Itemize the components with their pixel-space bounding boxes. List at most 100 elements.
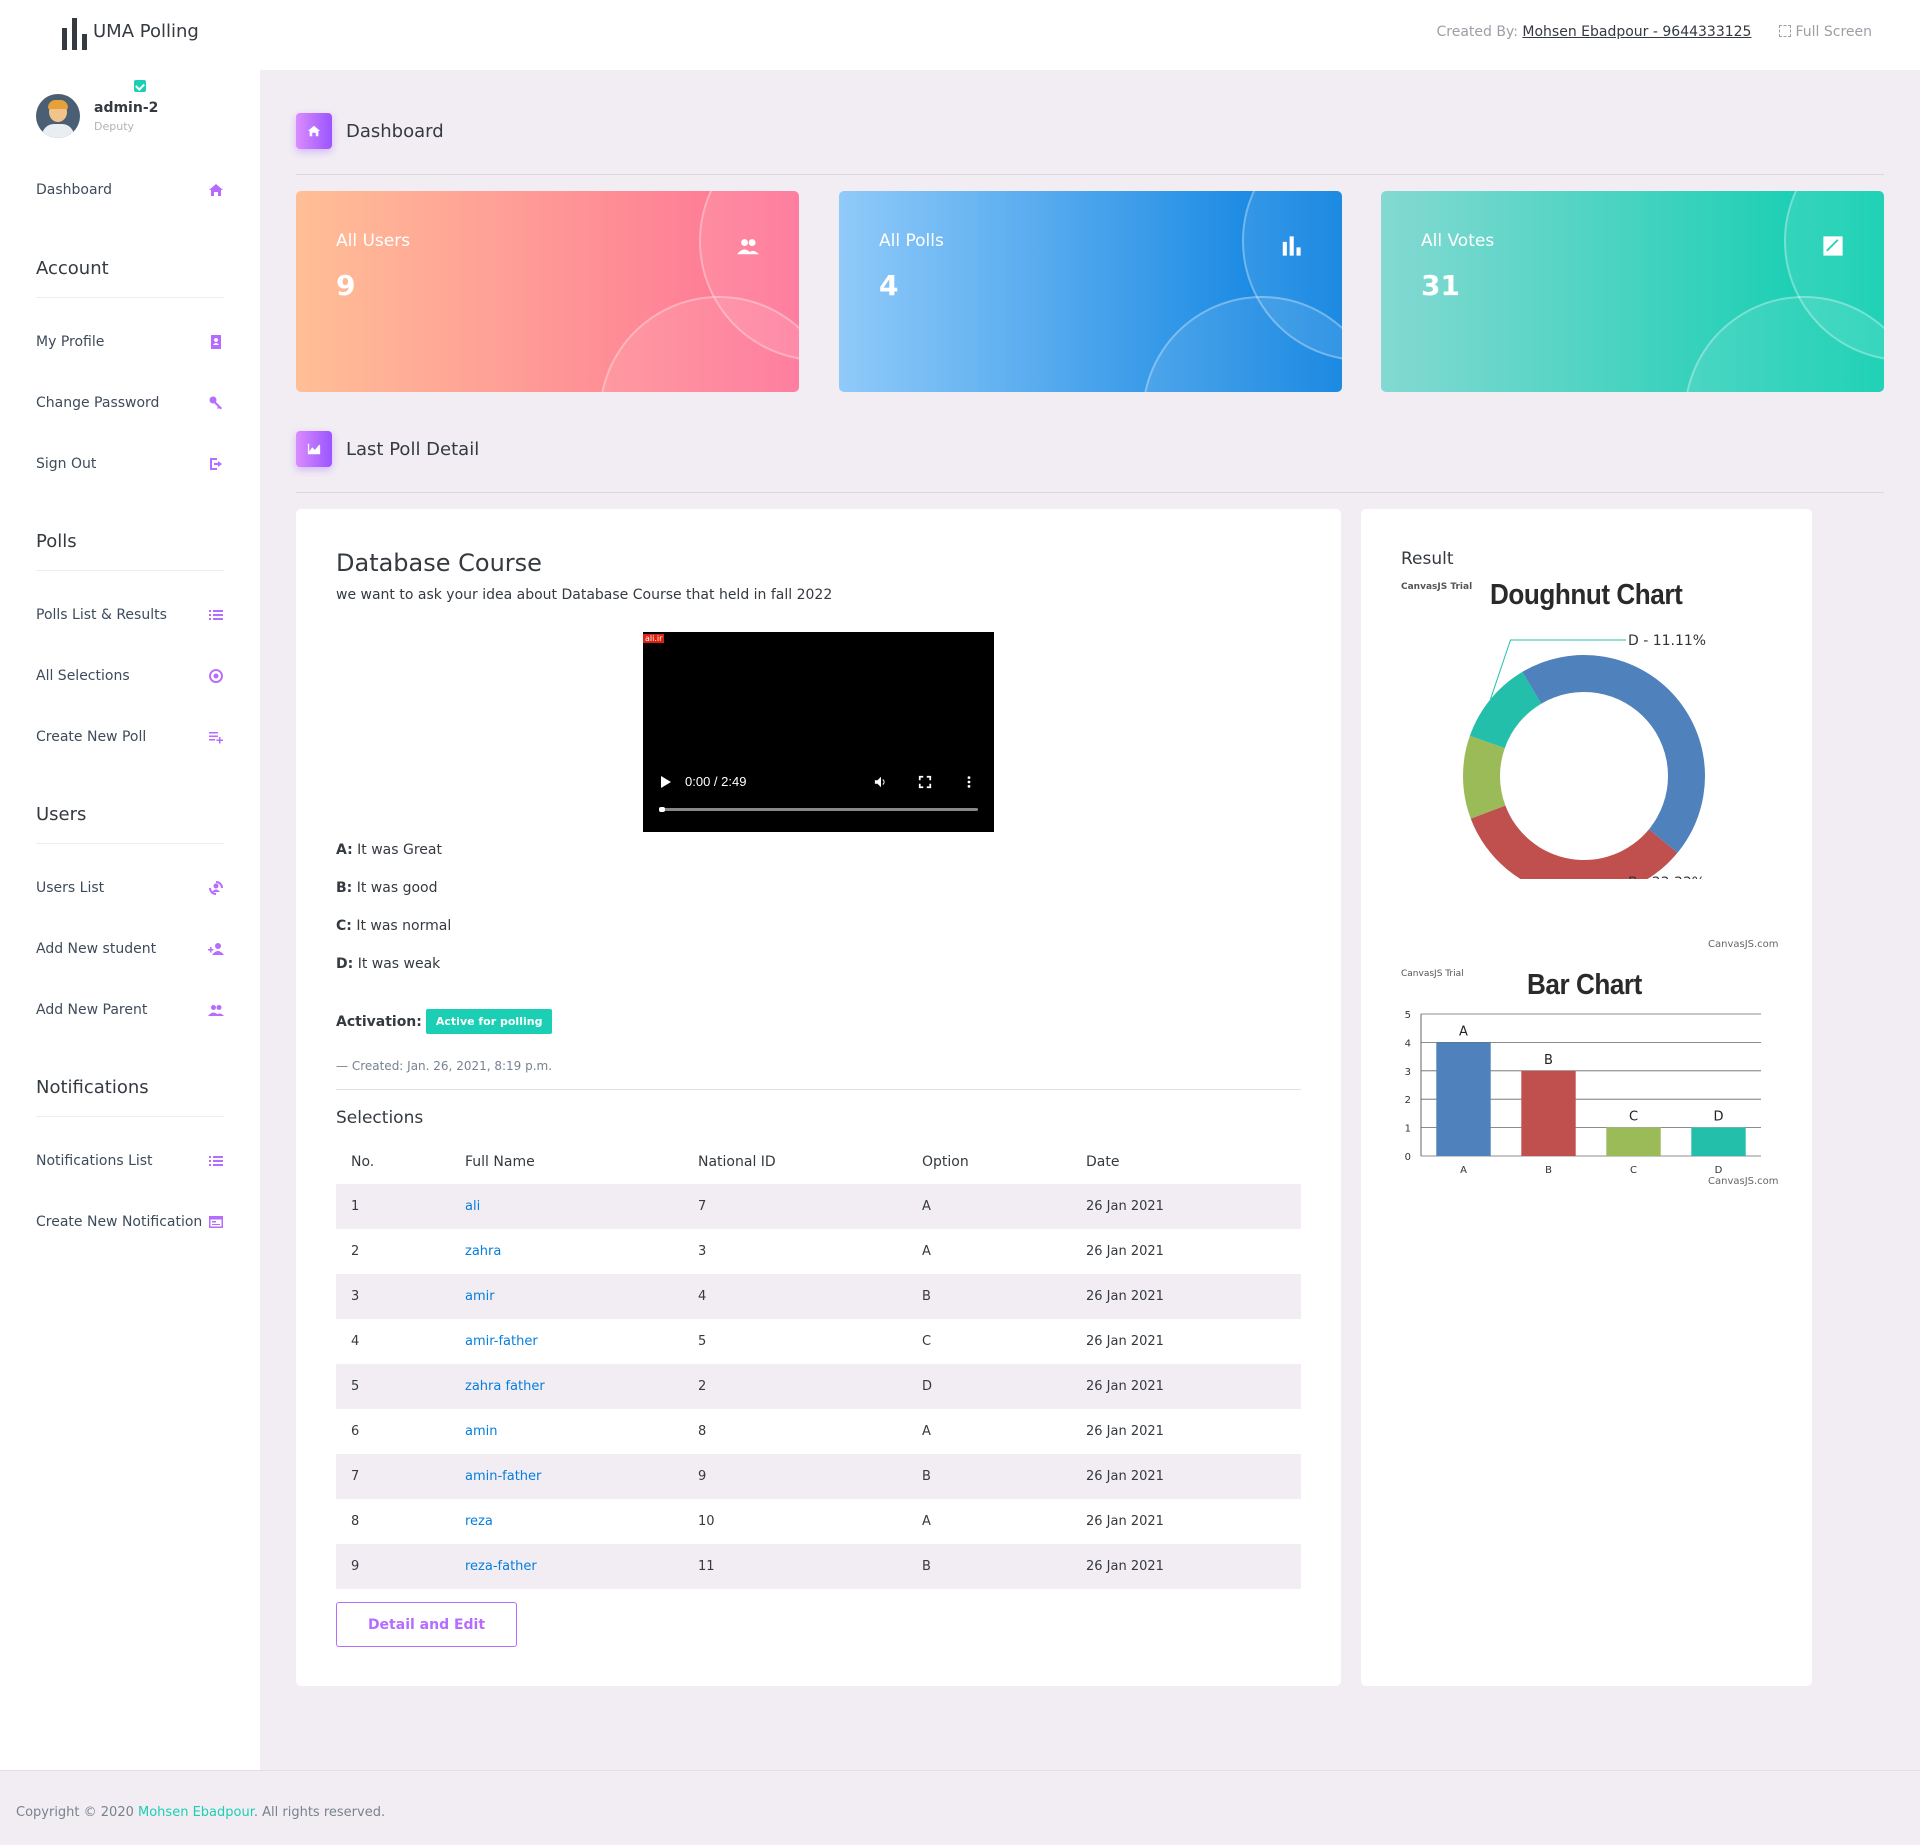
table-row: 2 zahra 3 A 26 Jan 2021 (336, 1229, 1301, 1274)
bar-B (1521, 1070, 1576, 1156)
table-header: No. Full Name National ID Option Date (336, 1139, 1301, 1184)
author-link[interactable]: Mohsen Ebadpour - 9644333125 (1522, 24, 1751, 40)
sidebar-item-dashboard[interactable]: Dashboard (36, 182, 224, 198)
sidebar-item-add-student[interactable]: Add New student (36, 941, 224, 957)
doughnut-label: D - 11.11% (1628, 633, 1706, 649)
list-icon (208, 1153, 224, 1169)
sidebar-profile[interactable]: admin-2 Deputy (36, 79, 159, 138)
sidebar-item-notifications-list[interactable]: Notifications List (36, 1153, 224, 1169)
table-row: 6 amin 8 A 26 Jan 2021 (336, 1409, 1301, 1454)
bar-C (1606, 1127, 1661, 1156)
doughnut-label: B - 33.33% (1628, 875, 1705, 879)
fullscreen-icon (1779, 25, 1792, 37)
chart-credit[interactable]: CanvasJS.com (1708, 1176, 1779, 1187)
sidebar-item-users-list[interactable]: Users List (36, 880, 224, 896)
video-progress-bar[interactable] (659, 807, 978, 812)
sidebar-item-add-parent[interactable]: Add New Parent (36, 1002, 224, 1018)
fullscreen-button[interactable]: Full Screen (1779, 24, 1872, 40)
created-by-label: Created By: (1436, 24, 1518, 40)
fullscreen-label: Full Screen (1795, 24, 1872, 40)
bar-chart-title: Bar Chart (1527, 969, 1642, 1001)
user-link[interactable]: amin-father (465, 1469, 541, 1484)
sidebar-item-sign-out[interactable]: Sign Out (36, 456, 224, 472)
avatar (36, 94, 80, 138)
selections-title: Selections (336, 1108, 424, 1128)
cell-option: B (922, 1289, 931, 1304)
calendar-text-icon (208, 1214, 224, 1230)
activation-label: Activation: (336, 1013, 422, 1030)
stat-value: 9 (336, 269, 356, 302)
more-vertical-icon[interactable] (962, 775, 976, 789)
column-header: Date (1086, 1153, 1120, 1170)
cell-national-id: 10 (698, 1514, 715, 1529)
cell-no: 9 (351, 1559, 360, 1574)
stat-card-users: All Users 9 (296, 191, 799, 392)
top-navbar: UMA Polling Created By: Mohsen Ebadpour … (0, 0, 1920, 70)
cell-national-id: 7 (698, 1199, 707, 1214)
profile-role: Deputy (94, 119, 135, 133)
sidebar-item-polls-list[interactable]: Polls List & Results (36, 607, 224, 623)
user-link[interactable]: amin (465, 1424, 497, 1439)
sidebar-section-polls: Polls (36, 531, 224, 571)
key-icon (208, 395, 224, 411)
copyright-text: Copyright © 2020 Mohsen Ebadpour. All ri… (16, 1805, 385, 1820)
user-link[interactable]: reza-father (465, 1559, 537, 1574)
detail-edit-button[interactable]: Detail and Edit (336, 1602, 517, 1647)
cell-option: D (922, 1379, 933, 1394)
play-icon[interactable] (661, 775, 671, 788)
sidebar-item-all-selections[interactable]: All Selections (36, 668, 224, 684)
poll-option: B: It was good (336, 880, 438, 896)
user-link[interactable]: reza (465, 1514, 493, 1529)
sidebar-item-my-profile[interactable]: My Profile (36, 334, 224, 350)
user-link[interactable]: zahra (465, 1244, 501, 1259)
video-player[interactable]: ali.ir 0:00 / 2:49 (643, 632, 994, 832)
doughnut-chart: B - 33.33% D - 11.11% (1463, 633, 1706, 879)
user-link[interactable]: amir (465, 1289, 495, 1304)
last-poll-header: Last Poll Detail (296, 431, 479, 467)
sidebar-item-label: Add New Parent (36, 1002, 148, 1018)
footer: Copyright © 2020 Mohsen Ebadpour. All ri… (0, 1770, 1920, 1845)
user-link[interactable]: zahra father (465, 1379, 545, 1394)
playlist-add-icon (208, 729, 224, 745)
account-plus-icon (208, 941, 224, 957)
sidebar-item-label: Sign Out (36, 456, 97, 472)
doughnut-slice-A (1522, 655, 1705, 853)
cell-no: 4 (351, 1334, 360, 1349)
table-row: 5 zahra father 2 D 26 Jan 2021 (336, 1364, 1301, 1409)
profile-name: admin-2 (94, 99, 159, 116)
contact-card-icon (208, 334, 224, 350)
table-row: 9 reza-father 11 B 26 Jan 2021 (336, 1544, 1301, 1589)
column-header: No. (351, 1153, 375, 1170)
doughnut-chart-title: Doughnut Chart (1490, 579, 1683, 611)
video-watermark: ali.ir (643, 634, 665, 643)
cell-no: 3 (351, 1289, 360, 1304)
cell-date: 26 Jan 2021 (1086, 1424, 1164, 1439)
cell-national-id: 3 (698, 1244, 707, 1259)
doughnut-slice-C (1463, 735, 1506, 819)
cell-date: 26 Jan 2021 (1086, 1469, 1164, 1484)
cell-option: A (922, 1244, 931, 1259)
footer-author-link[interactable]: Mohsen Ebadpour (138, 1805, 254, 1820)
user-link[interactable]: ali (465, 1199, 480, 1214)
vote-box-icon (1822, 235, 1844, 257)
cell-no: 2 (351, 1244, 360, 1259)
app-name: UMA Polling (93, 21, 199, 42)
volume-icon[interactable] (874, 775, 888, 789)
cell-national-id: 11 (698, 1559, 715, 1574)
copyright-suffix: . All rights reserved. (253, 1805, 386, 1820)
chart-trial-label: CanvasJS Trial (1401, 582, 1473, 592)
divider (296, 492, 1884, 493)
brand-logo[interactable]: UMA Polling (62, 18, 199, 50)
cell-national-id: 4 (698, 1289, 707, 1304)
cell-date: 26 Jan 2021 (1086, 1289, 1164, 1304)
sidebar-item-create-poll[interactable]: Create New Poll (36, 729, 224, 745)
chart-credit[interactable]: CanvasJS.com (1708, 939, 1779, 950)
sidebar-item-create-notification[interactable]: Create New Notification (36, 1214, 224, 1230)
user-link[interactable]: amir-father (465, 1334, 538, 1349)
fullscreen-icon[interactable] (918, 775, 932, 789)
section-title: Last Poll Detail (346, 438, 480, 460)
sidebar-item-change-password[interactable]: Change Password (36, 395, 224, 411)
cell-date: 26 Jan 2021 (1086, 1334, 1164, 1349)
x-tick-label: B (1545, 1165, 1552, 1176)
home-icon (208, 182, 224, 198)
